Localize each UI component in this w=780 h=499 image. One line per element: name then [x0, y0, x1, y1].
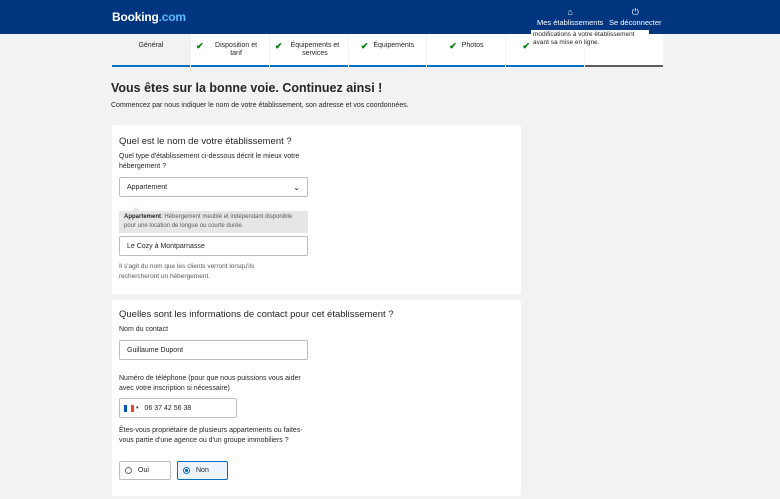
radio-non[interactable]: Non: [177, 461, 228, 480]
top-bar: Booking.com ⌂ Mes établissements ⏻ Se dé…: [0, 0, 780, 34]
section-title: Quel est le nom de votre établissement ?: [119, 136, 292, 147]
radio-indicator: [125, 467, 132, 474]
property-name-card: Quel est le nom de votre établissement ?…: [112, 125, 521, 294]
step-amenities[interactable]: ✔ Équipements: [348, 34, 427, 67]
property-type-value: Appartement: [127, 183, 168, 191]
radio-label: Oui: [138, 467, 149, 474]
chevron-down-icon[interactable]: ▾: [136, 405, 139, 411]
contact-name-value: Guillaume Dupont: [127, 346, 184, 354]
check-icon: ✔: [449, 41, 457, 51]
check-icon: ✔: [360, 41, 369, 51]
check-icon: ✔: [522, 41, 530, 51]
section-title: Quelles sont les informations de contact…: [119, 309, 394, 320]
radio-label: Non: [196, 467, 209, 474]
tooltip-note: modifications à votre établissement avan…: [531, 30, 649, 48]
contact-name-input[interactable]: Guillaume Dupont: [119, 340, 308, 360]
property-name-value: Le Cozy à Montparnasse: [127, 242, 205, 250]
contact-name-label: Nom du contact: [119, 326, 169, 333]
phone-value: 06 37 42 56 38: [144, 404, 192, 412]
property-type-info: Appartement: Hébergement meublé et indép…: [119, 207, 308, 233]
step-label: Disposition et tarif: [215, 42, 258, 57]
logout-link[interactable]: ⏻ Se déconnecter: [609, 7, 662, 27]
check-icon: ✔: [274, 41, 283, 51]
step-label: Équipements: [373, 42, 415, 49]
radio-oui[interactable]: Oui: [119, 461, 171, 480]
my-properties-link[interactable]: ⌂ Mes établissements: [537, 7, 603, 27]
phone-label: Numéro de téléphone (pour que nous puiss…: [119, 375, 301, 392]
info-caret: [132, 207, 140, 211]
radio-indicator: [183, 467, 190, 474]
step-label: Photos: [461, 42, 484, 49]
property-type-question: Quel type d'établissement ci-dessous déc…: [119, 153, 300, 170]
logout-label: Se déconnecter: [609, 18, 662, 27]
my-properties-label: Mes établissements: [537, 18, 604, 27]
step-layout-pricing[interactable]: ✔ Disposition et tarif: [190, 34, 269, 67]
property-name-hint: Il s'agit du nom que les clients verront…: [119, 263, 255, 280]
step-photos[interactable]: ✔ Photos: [427, 34, 506, 67]
page-title: Vous êtes sur la bonne voie. Continuez a…: [111, 81, 383, 95]
france-flag-icon[interactable]: [124, 404, 134, 412]
booking-logo[interactable]: Booking.com: [112, 10, 186, 24]
step-label: Général: [138, 42, 164, 49]
step-label: Équipements et services: [290, 42, 340, 57]
contact-info-card: Quelles sont les informations de contact…: [112, 300, 521, 496]
step-general[interactable]: Général: [112, 34, 190, 67]
logo-text: Booking: [112, 10, 159, 24]
phone-input[interactable]: ▾ 06 37 42 56 38: [119, 398, 237, 418]
chevron-down-icon: ⌄: [293, 182, 300, 192]
power-icon: ⏻: [631, 7, 639, 17]
logo-tld: .com: [158, 10, 186, 24]
page-subtitle: Commencez par nous indiquer le nom de vo…: [111, 102, 409, 109]
info-term: Appartement: [124, 214, 162, 220]
property-name-input[interactable]: Le Cozy à Montparnasse: [119, 236, 308, 256]
step-facilities-services[interactable]: ✔ Équipements et services: [269, 34, 348, 67]
multiple-properties-question: Êtes-vous propriétaire de plusieurs appa…: [119, 427, 303, 444]
property-type-select[interactable]: Appartement ⌄: [119, 177, 308, 197]
home-icon: ⌂: [567, 7, 573, 17]
check-icon: ✔: [196, 41, 204, 51]
